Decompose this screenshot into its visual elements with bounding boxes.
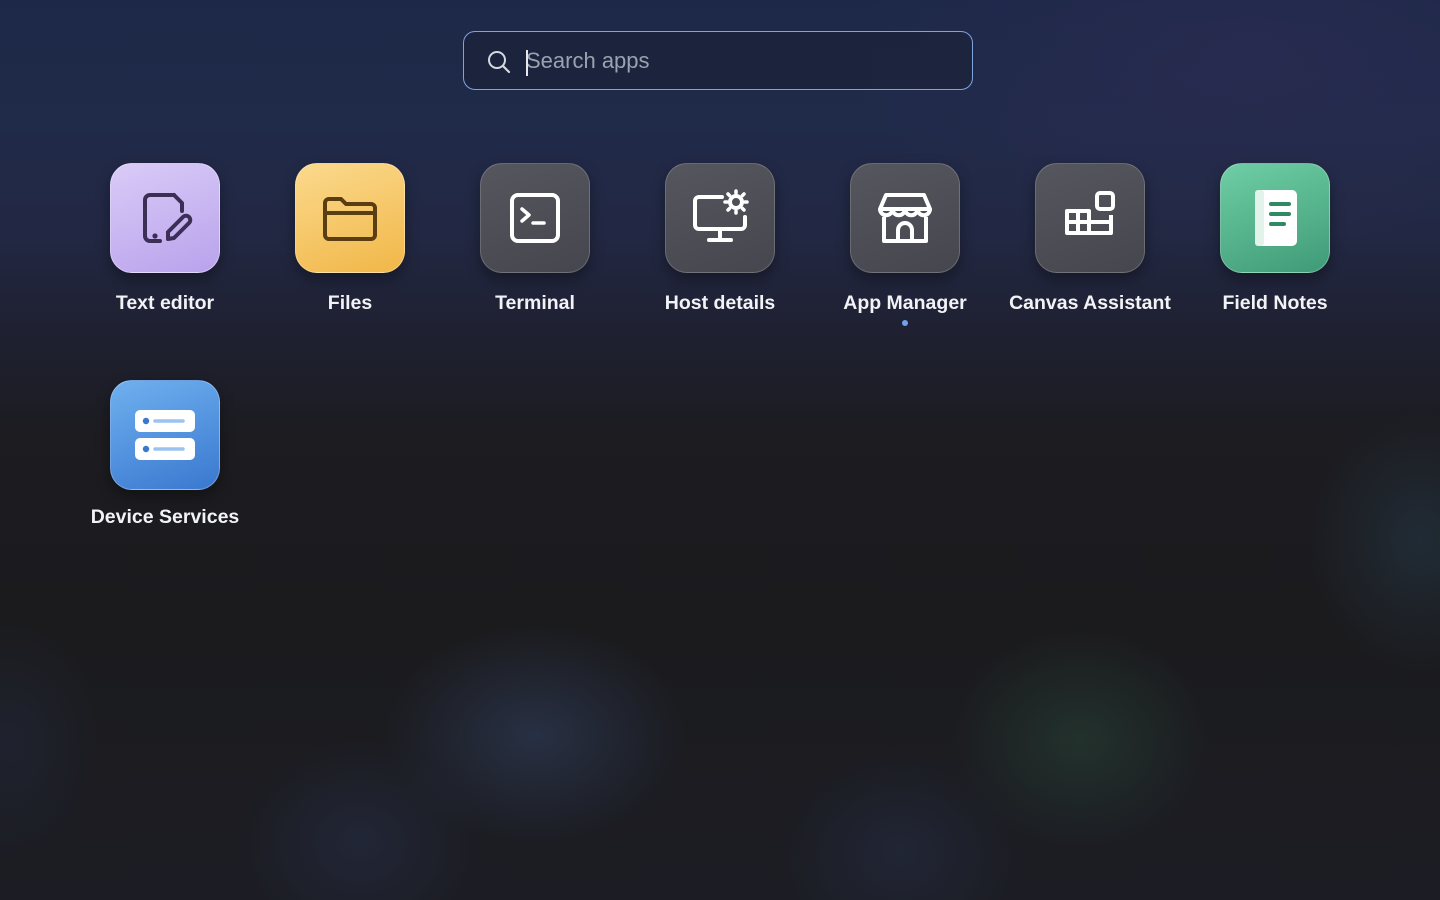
app-label: Host details: [664, 292, 776, 314]
app-label: Canvas Assistant: [1009, 292, 1171, 314]
notebook-icon[interactable]: [1220, 163, 1330, 273]
app-files[interactable]: Files: [260, 163, 440, 343]
app-device-services[interactable]: Device Services: [75, 380, 255, 560]
app-app-manager[interactable]: App Manager: [815, 163, 995, 343]
terminal-icon[interactable]: [480, 163, 590, 273]
app-text-editor[interactable]: Text editor: [75, 163, 255, 343]
store-icon[interactable]: [850, 163, 960, 273]
app-label: Device Services: [90, 506, 240, 528]
app-label: Files: [327, 292, 373, 314]
app-terminal[interactable]: Terminal: [445, 163, 625, 343]
search-input[interactable]: [524, 41, 946, 81]
text-caret: [526, 50, 528, 76]
folder-icon[interactable]: [295, 163, 405, 273]
app-label: Terminal: [495, 292, 575, 314]
search-bar[interactable]: [463, 31, 973, 90]
app-label: App Manager: [843, 292, 967, 314]
text-editor-icon[interactable]: [110, 163, 220, 273]
app-host-details[interactable]: Host details: [630, 163, 810, 343]
app-label: Text editor: [115, 292, 215, 314]
app-field-notes[interactable]: Field Notes: [1185, 163, 1365, 343]
search-icon: [486, 49, 512, 75]
running-indicator: [902, 320, 908, 326]
server-icon[interactable]: [110, 380, 220, 490]
app-canvas-assistant[interactable]: Canvas Assistant: [1000, 163, 1180, 343]
monitor-gear-icon[interactable]: [665, 163, 775, 273]
widgets-icon[interactable]: [1035, 163, 1145, 273]
app-label: Field Notes: [1222, 292, 1328, 314]
